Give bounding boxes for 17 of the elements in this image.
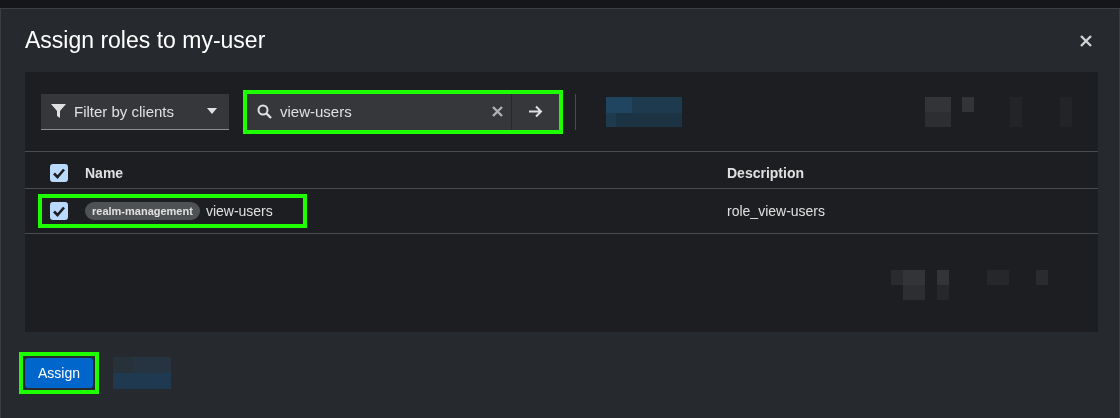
- dialog-title: Assign roles to my-user: [25, 27, 266, 54]
- redacted-block: [113, 357, 172, 389]
- checkbox[interactable]: [50, 164, 68, 182]
- filter-icon: [51, 103, 66, 119]
- clear-icon[interactable]: [492, 106, 503, 117]
- table-cell-text: role_view-users: [727, 203, 827, 219]
- filter-dropdown[interactable]: Filter by clients: [41, 93, 229, 130]
- checkbox[interactable]: [50, 202, 68, 220]
- arrow-icon: [528, 105, 543, 118]
- caret-icon: [207, 108, 217, 114]
- column-header[interactable]: Name: [85, 165, 124, 181]
- close-icon[interactable]: [1079, 33, 1093, 48]
- assign-button[interactable]: Assign: [25, 358, 94, 388]
- column-header[interactable]: Description: [727, 159, 1098, 181]
- role-name: view-users: [205, 203, 273, 219]
- search-icon: [257, 104, 272, 119]
- client-tag: realm-management: [85, 202, 200, 220]
